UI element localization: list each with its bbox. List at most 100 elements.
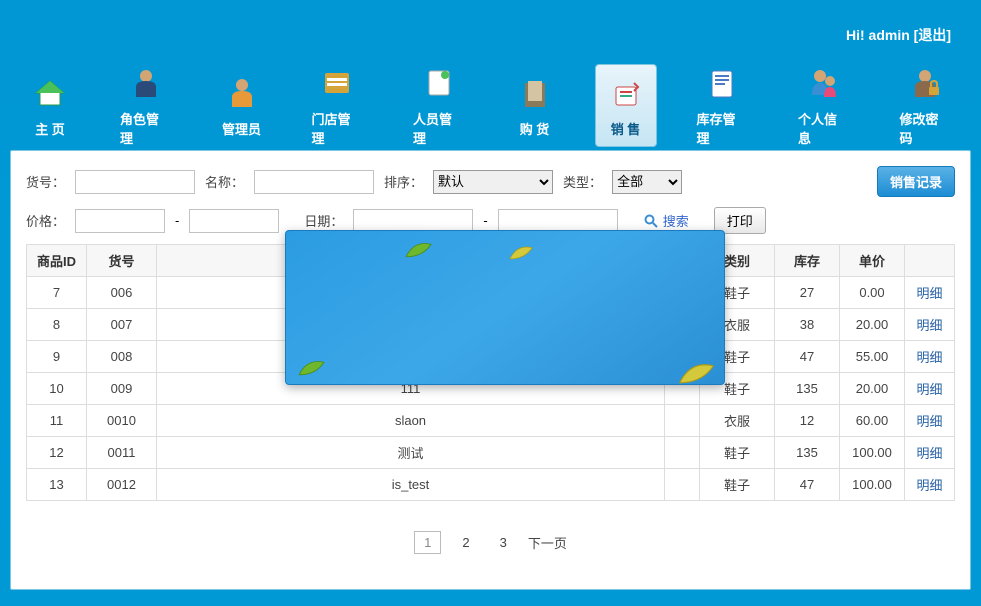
nav-sales[interactable]: 销 售 bbox=[595, 64, 657, 147]
sales-icon bbox=[606, 73, 646, 113]
cell-id: 13 bbox=[27, 469, 87, 501]
cell-id: 10 bbox=[27, 373, 87, 405]
detail-link[interactable]: 明细 bbox=[916, 382, 942, 397]
search-button[interactable]: 搜索 bbox=[643, 211, 689, 230]
sales-records-button[interactable]: 销售记录 bbox=[877, 166, 955, 197]
table-row: 110010slaon衣服1260.00明细 bbox=[27, 405, 955, 437]
separator: - bbox=[483, 213, 487, 228]
cell-id: 12 bbox=[27, 437, 87, 469]
col-action bbox=[905, 245, 955, 277]
admin-icon bbox=[222, 73, 262, 113]
staff-icon bbox=[419, 63, 459, 103]
password-icon bbox=[905, 63, 945, 103]
nav-purchase[interactable]: 购 货 bbox=[505, 65, 565, 146]
nav-store[interactable]: 门店管理 bbox=[302, 55, 374, 155]
cell-stock: 47 bbox=[775, 341, 840, 373]
price-to-input[interactable] bbox=[189, 209, 279, 233]
leaf-icon bbox=[294, 354, 329, 379]
cell-sku: 008 bbox=[87, 341, 157, 373]
date-to-input[interactable] bbox=[498, 209, 618, 233]
cell-category: 鞋子 bbox=[700, 469, 775, 501]
leaf-icon bbox=[506, 239, 536, 264]
page-next[interactable]: 下一页 bbox=[528, 533, 567, 552]
logout-link[interactable]: [退出] bbox=[914, 27, 951, 43]
cell-stock: 27 bbox=[775, 277, 840, 309]
nav-staff[interactable]: 人员管理 bbox=[403, 55, 475, 155]
profile-icon bbox=[804, 63, 844, 103]
cell-price: 20.00 bbox=[840, 373, 905, 405]
page-1[interactable]: 1 bbox=[414, 531, 441, 554]
cell-price: 55.00 bbox=[840, 341, 905, 373]
cell-name: is_test bbox=[157, 469, 665, 501]
nav-inventory[interactable]: 库存管理 bbox=[687, 55, 759, 155]
nav-role[interactable]: 角色管理 bbox=[110, 55, 182, 155]
table-row: 130012is_test鞋子47100.00明细 bbox=[27, 469, 955, 501]
detail-link[interactable]: 明细 bbox=[916, 414, 942, 429]
detail-link[interactable]: 明细 bbox=[916, 286, 942, 301]
nav-label: 库存管理 bbox=[697, 109, 749, 147]
leaf-icon bbox=[674, 354, 719, 389]
cell-price: 0.00 bbox=[840, 277, 905, 309]
cell-name: slaon bbox=[157, 405, 665, 437]
nav-home[interactable]: 主 页 bbox=[20, 65, 80, 146]
purchase-icon bbox=[515, 73, 555, 113]
type-select[interactable]: 全部 bbox=[612, 170, 682, 194]
date-label: 日期： bbox=[304, 211, 343, 230]
page-2[interactable]: 2 bbox=[453, 532, 478, 553]
sku-label: 货号： bbox=[26, 172, 65, 191]
home-icon bbox=[30, 73, 70, 113]
cell-id: 8 bbox=[27, 309, 87, 341]
cell-category: 衣服 bbox=[700, 405, 775, 437]
cell-sku: 006 bbox=[87, 277, 157, 309]
cell-stock: 12 bbox=[775, 405, 840, 437]
cell-stock: 135 bbox=[775, 373, 840, 405]
name-input[interactable] bbox=[254, 170, 374, 194]
col-price: 单价 bbox=[840, 245, 905, 277]
cell-price: 20.00 bbox=[840, 309, 905, 341]
popup-overlay[interactable] bbox=[285, 230, 725, 385]
cell-id: 7 bbox=[27, 277, 87, 309]
cell-sku: 007 bbox=[87, 309, 157, 341]
nav-admin[interactable]: 管理员 bbox=[212, 65, 272, 146]
nav-profile[interactable]: 个人信息 bbox=[788, 55, 860, 155]
nav-label: 角色管理 bbox=[120, 109, 172, 147]
inventory-icon bbox=[702, 63, 742, 103]
nav-label: 销 售 bbox=[611, 119, 641, 138]
price-label: 价格： bbox=[26, 211, 65, 230]
nav-label: 购 货 bbox=[520, 119, 550, 138]
nav-password[interactable]: 修改密码 bbox=[890, 55, 962, 155]
cell-id: 9 bbox=[27, 341, 87, 373]
name-label: 名称： bbox=[205, 172, 244, 191]
table-row: 120011测试鞋子135100.00明细 bbox=[27, 437, 955, 469]
search-icon bbox=[643, 213, 659, 229]
cell-price: 100.00 bbox=[840, 437, 905, 469]
sort-label: 排序： bbox=[384, 172, 423, 191]
col-stock: 库存 bbox=[775, 245, 840, 277]
detail-link[interactable]: 明细 bbox=[916, 350, 942, 365]
user-info: Hi! admin [退出] bbox=[846, 25, 951, 45]
cell-sku: 0010 bbox=[87, 405, 157, 437]
cell-blank bbox=[665, 437, 700, 469]
sort-select[interactable]: 默认 bbox=[433, 170, 553, 194]
cell-stock: 135 bbox=[775, 437, 840, 469]
pagination: 1 2 3 下一页 bbox=[26, 531, 955, 554]
date-from-input[interactable] bbox=[353, 209, 473, 233]
cell-category: 鞋子 bbox=[700, 437, 775, 469]
detail-link[interactable]: 明细 bbox=[916, 318, 942, 333]
store-icon bbox=[317, 63, 357, 103]
col-sku: 货号 bbox=[87, 245, 157, 277]
cell-blank bbox=[665, 405, 700, 437]
detail-link[interactable]: 明细 bbox=[916, 446, 942, 461]
nav-label: 个人信息 bbox=[798, 109, 850, 147]
price-from-input[interactable] bbox=[75, 209, 165, 233]
detail-link[interactable]: 明细 bbox=[916, 478, 942, 493]
cell-sku: 0012 bbox=[87, 469, 157, 501]
col-id: 商品ID bbox=[27, 245, 87, 277]
page-3[interactable]: 3 bbox=[491, 532, 516, 553]
cell-blank bbox=[665, 469, 700, 501]
sku-input[interactable] bbox=[75, 170, 195, 194]
nav-label: 人员管理 bbox=[413, 109, 465, 147]
role-icon bbox=[126, 63, 166, 103]
cell-stock: 38 bbox=[775, 309, 840, 341]
cell-stock: 47 bbox=[775, 469, 840, 501]
